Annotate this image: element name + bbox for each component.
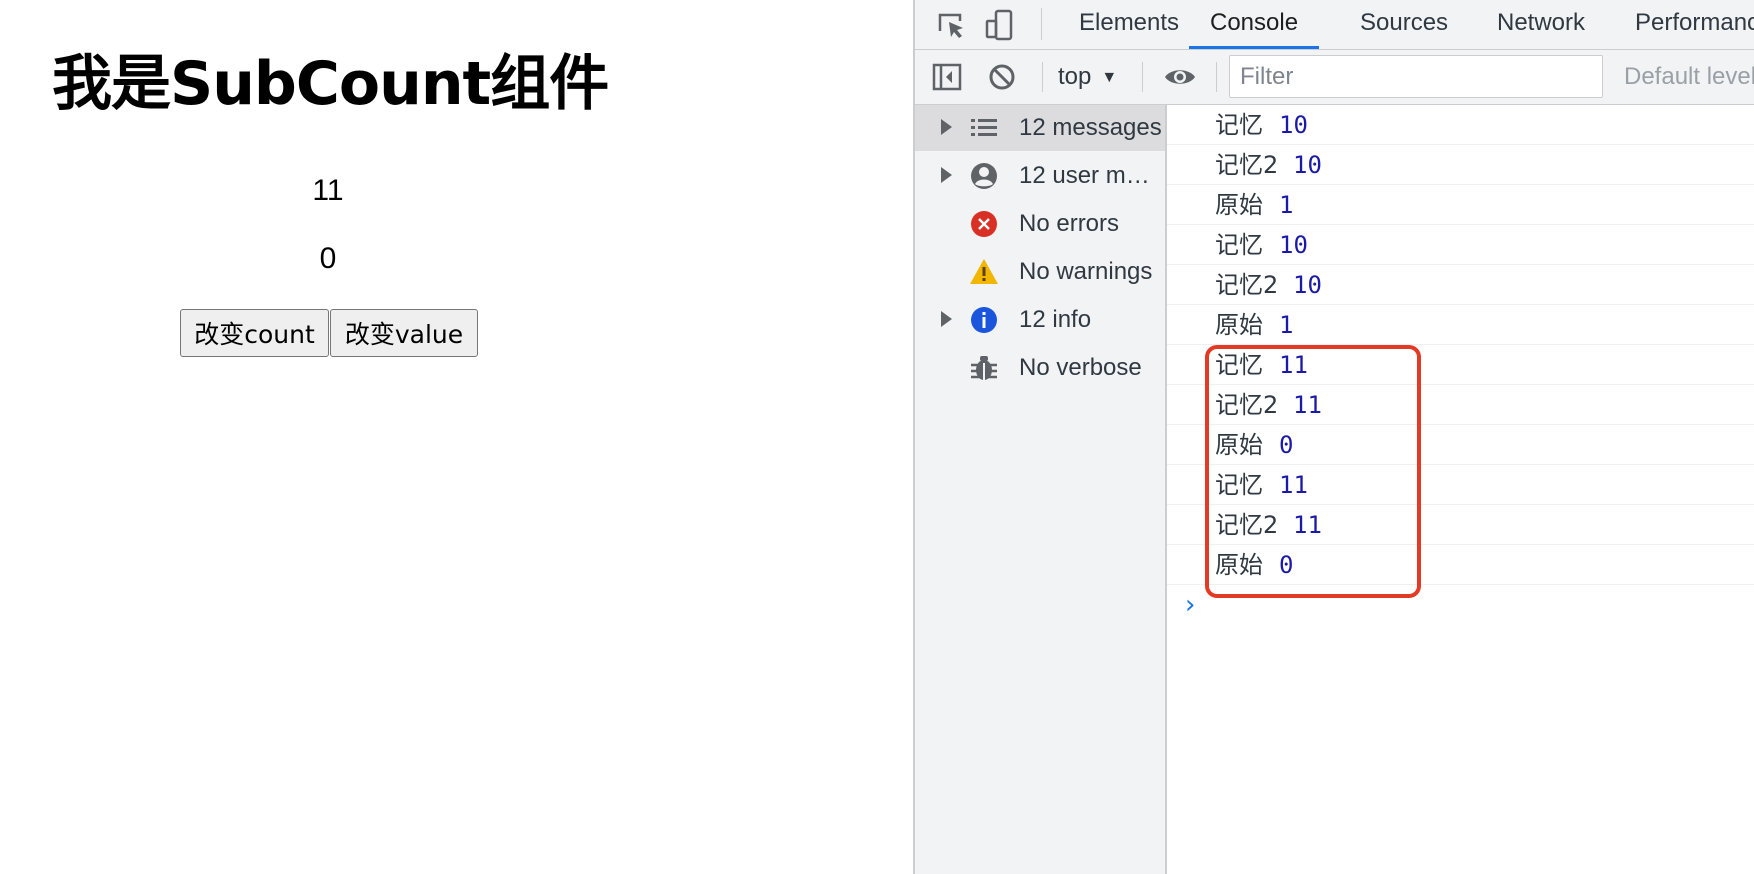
filter-input[interactable] [1229, 55, 1603, 98]
tab-network[interactable]: Network [1497, 0, 1585, 49]
tabbar-divider [1041, 8, 1042, 40]
rendered-page: 我是SubCount组件 11 0 改变count 改变value [0, 0, 913, 874]
message-label: 原始 [1215, 311, 1263, 339]
highlight-annotation-box [1205, 345, 1421, 598]
tab-sources[interactable]: Sources [1360, 0, 1448, 49]
expand-arrow-icon[interactable] [941, 119, 952, 135]
sidebar-toggle-icon[interactable] [929, 59, 965, 95]
change-count-button[interactable]: 改变count [180, 309, 329, 357]
sidebar-item-label: 12 messages [1019, 114, 1162, 141]
value-display: 0 [319, 242, 337, 275]
toolbar-divider [1042, 62, 1043, 92]
console-prompt-caret[interactable]: › [1185, 590, 1195, 620]
device-toolbar-icon[interactable] [982, 7, 1018, 43]
clear-console-icon[interactable] [984, 59, 1020, 95]
sidebar-item-label: 12 info [1019, 306, 1092, 333]
count-display: 11 [312, 174, 344, 207]
console-message: 记忆 10 [1167, 225, 1754, 265]
warning-icon [969, 257, 999, 287]
sidebar-item-label: No errors [1019, 210, 1120, 237]
error-icon [969, 209, 999, 239]
sidebar-item-label: No warnings [1019, 258, 1153, 285]
console-sidebar: 12 messages 12 user me… No errors No war… [915, 105, 1167, 874]
sidebar-item-info[interactable]: 12 info [915, 297, 1165, 343]
list-icon [969, 113, 999, 143]
tab-console[interactable]: Console [1189, 0, 1320, 49]
console-message: 原始 1 [1167, 185, 1754, 225]
message-value: 10 [1279, 111, 1308, 139]
toolbar-divider [1216, 62, 1217, 92]
message-label: 原始 [1215, 191, 1263, 219]
console-toolbar: top ▼ Default levels [915, 50, 1754, 105]
devtools-tabbar: Elements Console Sources Network Perform… [915, 0, 1754, 50]
info-icon [969, 305, 999, 335]
message-value: 10 [1293, 151, 1322, 179]
eye-icon[interactable] [1162, 59, 1198, 95]
page-title: 我是SubCount组件 [52, 49, 609, 119]
sidebar-item-verbose[interactable]: No verbose [915, 345, 1165, 391]
message-label: 记忆2 [1215, 271, 1279, 299]
context-selector[interactable]: top ▼ [1058, 60, 1117, 94]
sidebar-item-label: No verbose [1019, 354, 1142, 381]
message-label: 记忆 [1215, 231, 1263, 259]
console-message: 原始 1 [1167, 305, 1754, 345]
sidebar-item-warnings[interactable]: No warnings [915, 249, 1165, 295]
sidebar-item-errors[interactable]: No errors [915, 201, 1165, 247]
console-message: 记忆 10 [1167, 105, 1754, 145]
change-value-button[interactable]: 改变value [330, 309, 478, 357]
message-value: 1 [1279, 311, 1294, 339]
console-output: 记忆 10 记忆2 10 原始 1 记忆 10 记忆2 10 原始 1 记忆 1… [1167, 105, 1754, 874]
sidebar-item-user-messages[interactable]: 12 user me… [915, 153, 1165, 199]
message-value: 10 [1279, 231, 1308, 259]
chevron-down-icon: ▼ [1101, 69, 1118, 86]
log-levels-dropdown[interactable]: Default levels [1624, 60, 1754, 94]
user-icon [969, 161, 999, 191]
inspect-element-icon[interactable] [933, 7, 969, 43]
message-label: 记忆2 [1215, 151, 1279, 179]
message-label: 记忆 [1215, 111, 1263, 139]
sidebar-item-messages[interactable]: 12 messages [915, 105, 1165, 151]
console-message: 记忆2 10 [1167, 265, 1754, 305]
bug-icon [969, 353, 999, 383]
sidebar-item-label: 12 user me… [1019, 162, 1163, 189]
message-value: 1 [1279, 191, 1294, 219]
expand-arrow-icon[interactable] [941, 311, 952, 327]
message-value: 10 [1293, 271, 1322, 299]
tab-elements[interactable]: Elements [1079, 0, 1179, 49]
expand-arrow-icon[interactable] [941, 167, 952, 183]
devtools-panel: Elements Console Sources Network Perform… [913, 0, 1754, 874]
tab-performance[interactable]: Performanc [1635, 0, 1754, 49]
console-message: 记忆2 10 [1167, 145, 1754, 185]
toolbar-divider [1142, 62, 1143, 92]
context-label: top [1058, 63, 1092, 90]
